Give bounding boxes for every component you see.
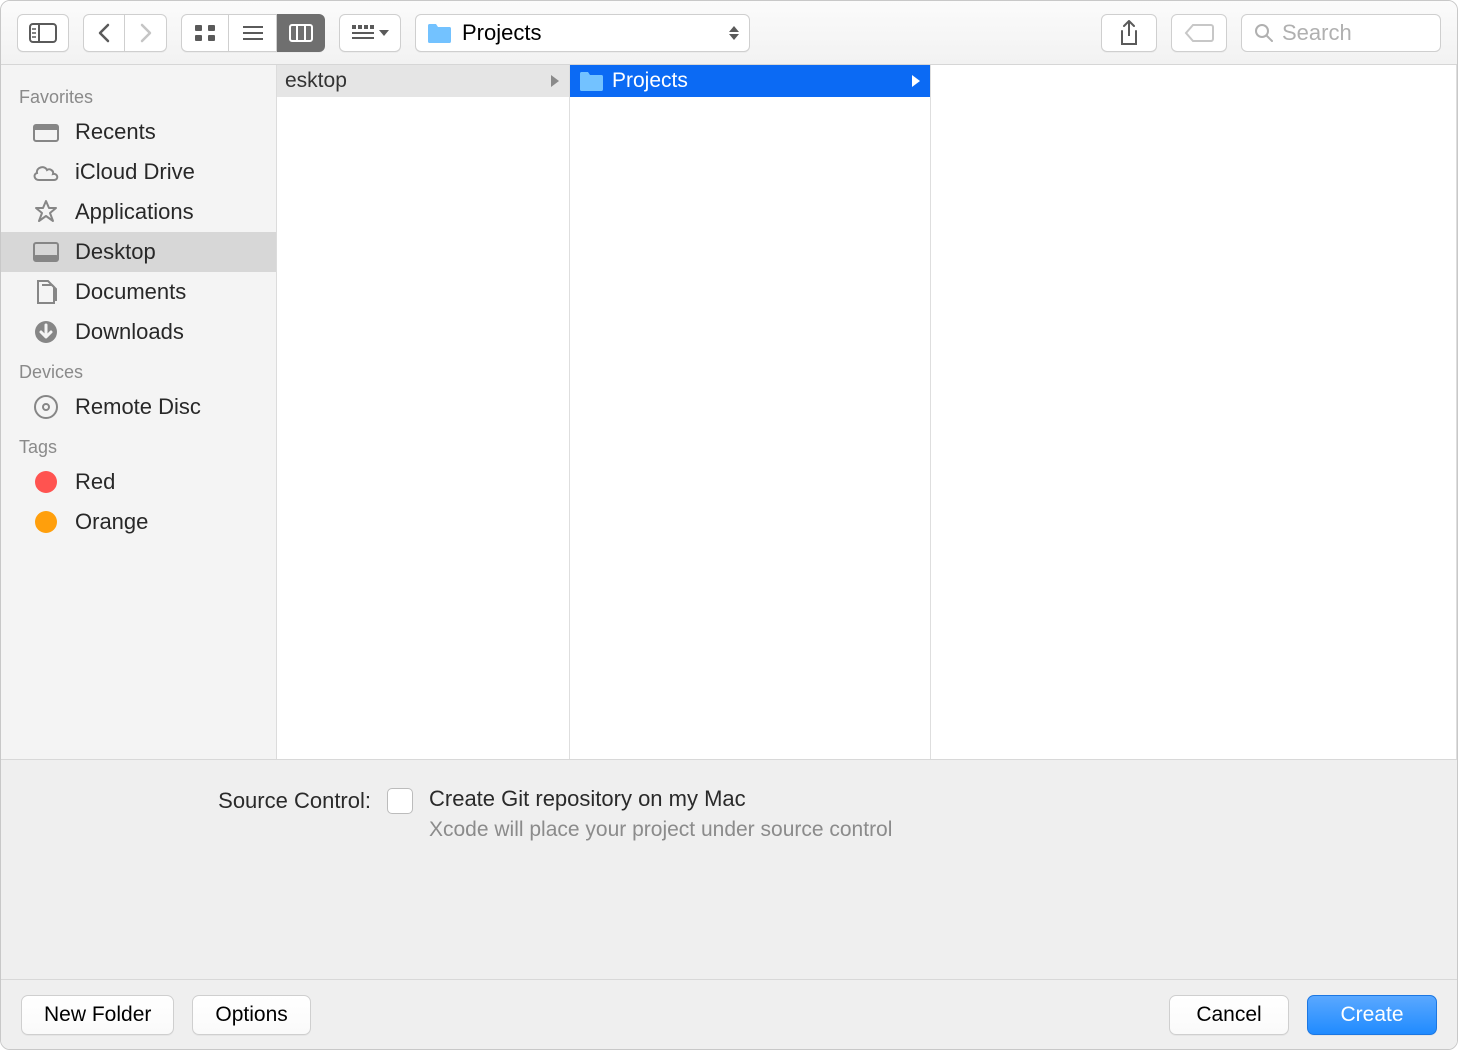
search-field[interactable]: Search: [1241, 14, 1441, 52]
sidebar-item-remote-disc[interactable]: Remote Disc: [1, 387, 276, 427]
create-button[interactable]: Create: [1307, 995, 1437, 1035]
source-control-row: Source Control: Create Git repository on…: [1, 786, 1457, 848]
option-texts: Create Git repository on my Mac Xcode wi…: [429, 786, 892, 842]
sidebar-item-applications[interactable]: Applications: [1, 192, 276, 232]
toolbar: Projects Search: [1, 1, 1457, 65]
cancel-button[interactable]: Cancel: [1169, 995, 1289, 1035]
bottom-bar: New Folder Options Cancel Create: [1, 979, 1457, 1049]
column-2[interactable]: [931, 65, 1457, 759]
save-panel: Projects Search Favorites Recents iCloud…: [0, 0, 1458, 1050]
column-browser: esktop Projects: [277, 65, 1457, 759]
git-checkbox[interactable]: [387, 788, 413, 814]
options-button[interactable]: Options: [192, 995, 310, 1035]
chevron-right-icon: [912, 75, 920, 87]
sidebar-item-label: Red: [75, 469, 115, 495]
sidebar: Favorites Recents iCloud Drive Applicati…: [1, 65, 277, 759]
toggle-sidebar-button[interactable]: [17, 14, 69, 52]
sidebar-item-recents[interactable]: Recents: [1, 112, 276, 152]
sidebar-item-label: Applications: [75, 199, 194, 225]
tag-red-icon: [31, 469, 61, 495]
sidebar-item-desktop[interactable]: Desktop: [1, 232, 276, 272]
documents-icon: [31, 279, 61, 305]
share-button[interactable]: [1101, 14, 1157, 52]
chevron-right-icon: [551, 75, 559, 87]
sidebar-item-documents[interactable]: Documents: [1, 272, 276, 312]
tag-orange-icon: [31, 509, 61, 535]
sidebar-heading-tags: Tags: [1, 427, 276, 462]
column-row-projects[interactable]: Projects: [570, 65, 930, 97]
applications-icon: [31, 199, 61, 225]
location-popup[interactable]: Projects: [415, 14, 750, 52]
new-folder-button[interactable]: New Folder: [21, 995, 174, 1035]
column-row-desktop[interactable]: esktop: [277, 65, 569, 97]
search-placeholder: Search: [1282, 20, 1352, 46]
git-help-text: Xcode will place your project under sour…: [429, 818, 892, 842]
list-view-button[interactable]: [229, 14, 277, 52]
chevron-down-icon: [379, 30, 389, 36]
row-label: esktop: [285, 69, 543, 93]
arrange-button[interactable]: [339, 14, 401, 52]
desktop-icon: [31, 239, 61, 265]
sidebar-item-label: Recents: [75, 119, 156, 145]
search-icon: [1254, 23, 1274, 43]
sidebar-heading-favorites: Favorites: [1, 77, 276, 112]
sidebar-item-label: Downloads: [75, 319, 184, 345]
content: Favorites Recents iCloud Drive Applicati…: [1, 65, 1457, 759]
downloads-icon: [31, 319, 61, 345]
sidebar-item-downloads[interactable]: Downloads: [1, 312, 276, 352]
git-checkbox-label: Create Git repository on my Mac: [429, 786, 892, 812]
sidebar-item-label: Remote Disc: [75, 394, 201, 420]
sidebar-item-tag-red[interactable]: Red: [1, 462, 276, 502]
options-area: Source Control: Create Git repository on…: [1, 759, 1457, 979]
location-label: Projects: [462, 20, 541, 46]
sidebar-heading-devices: Devices: [1, 352, 276, 387]
remote-disc-icon: [31, 394, 61, 420]
folder-icon: [578, 70, 604, 92]
sidebar-item-label: Documents: [75, 279, 186, 305]
sidebar-item-label: Desktop: [75, 239, 156, 265]
icloud-icon: [31, 159, 61, 185]
row-label: Projects: [612, 69, 904, 93]
sidebar-item-label: iCloud Drive: [75, 159, 195, 185]
source-control-label: Source Control:: [31, 786, 371, 814]
column-1[interactable]: Projects: [570, 65, 931, 759]
folder-icon: [426, 22, 452, 44]
column-view-button[interactable]: [277, 14, 325, 52]
tags-button[interactable]: [1171, 14, 1227, 52]
column-0[interactable]: esktop: [277, 65, 570, 759]
sidebar-item-label: Orange: [75, 509, 148, 535]
recents-icon: [31, 119, 61, 145]
sidebar-item-tag-orange[interactable]: Orange: [1, 502, 276, 542]
popup-arrows-icon: [729, 26, 739, 40]
back-button[interactable]: [83, 14, 125, 52]
nav-buttons: [83, 14, 167, 52]
forward-button[interactable]: [125, 14, 167, 52]
icon-view-button[interactable]: [181, 14, 229, 52]
sidebar-item-icloud[interactable]: iCloud Drive: [1, 152, 276, 192]
view-buttons: [181, 14, 325, 52]
